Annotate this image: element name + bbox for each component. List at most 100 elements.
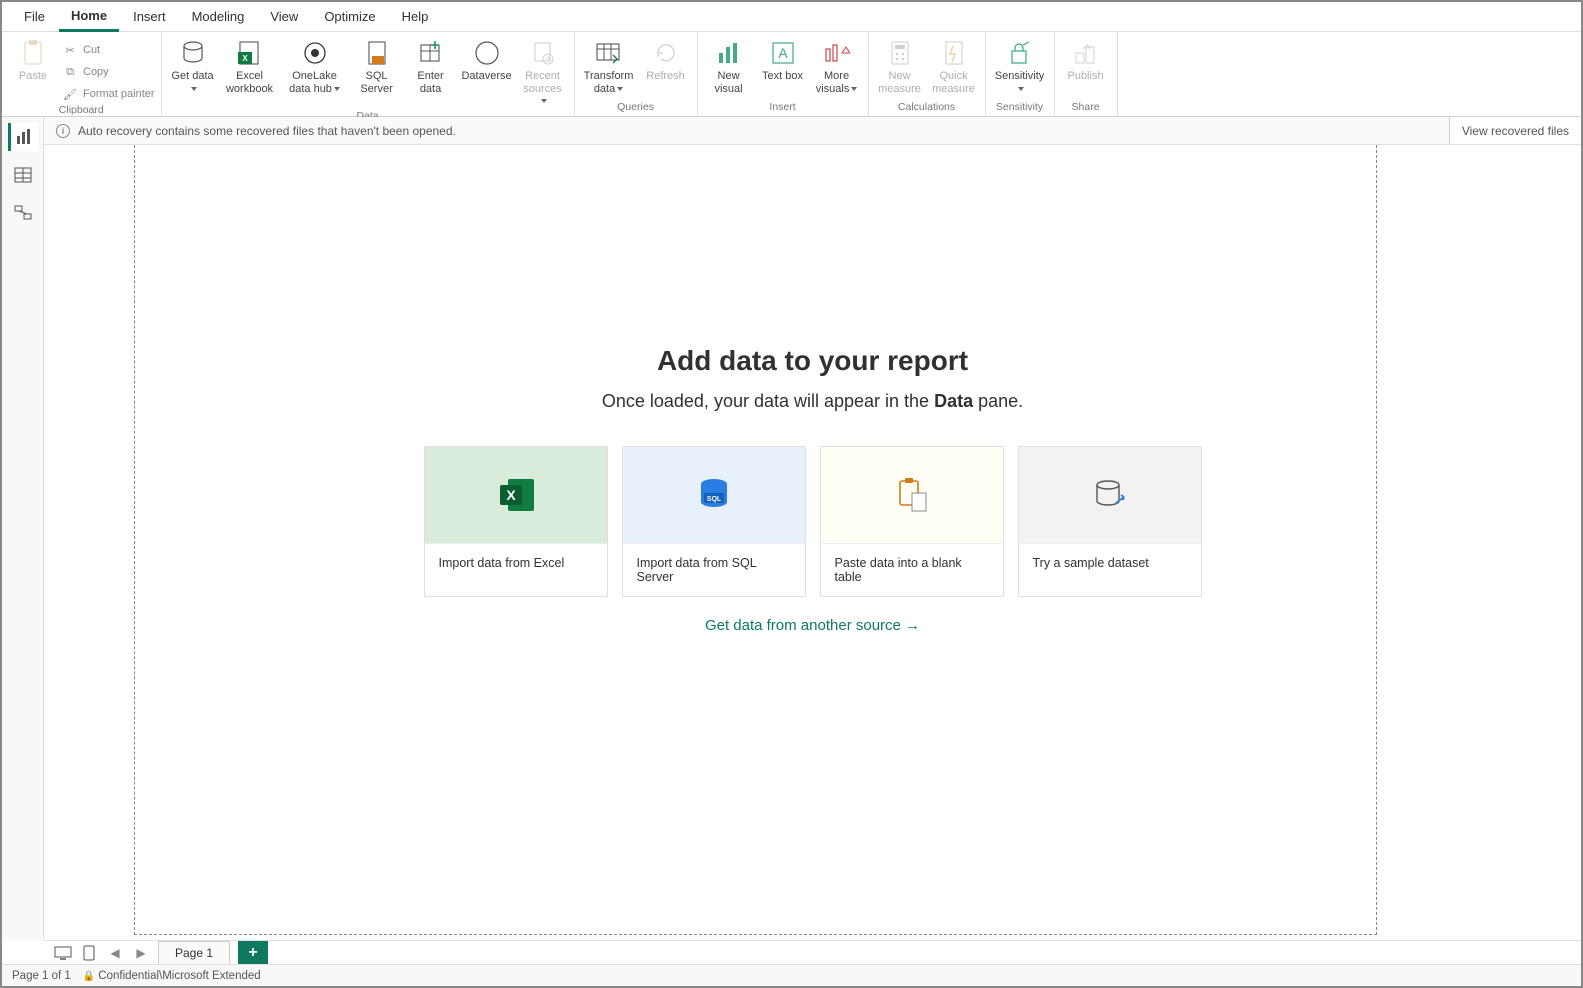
dataverse-icon	[471, 38, 503, 68]
empty-state-title: Add data to your report	[413, 345, 1213, 377]
tab-optimize[interactable]: Optimize	[312, 3, 387, 30]
ribbon-group-calculations: New measure Quick measure Calculations	[869, 32, 986, 116]
card-sql-label: Import data from SQL Server	[623, 543, 805, 596]
tab-help[interactable]: Help	[390, 3, 441, 30]
dataverse-label: Dataverse	[461, 70, 511, 83]
refresh-icon	[650, 38, 682, 68]
quick-measure-label: Quick measure	[931, 70, 977, 95]
excel-workbook-button[interactable]: X Excel workbook	[222, 36, 278, 97]
text-box-button[interactable]: A Text box	[758, 36, 808, 85]
card-sample-label: Try a sample dataset	[1019, 543, 1201, 582]
ribbon-group-queries: Transform data Refresh Queries	[575, 32, 698, 116]
tab-view[interactable]: View	[258, 3, 310, 30]
tab-modeling[interactable]: Modeling	[180, 3, 257, 30]
sql-icon	[361, 38, 393, 68]
get-data-another-source-link[interactable]: Get data from another source →	[413, 617, 1213, 634]
prev-page-button[interactable]: ◀	[106, 944, 124, 962]
sql-card-icon: SQL	[623, 447, 805, 543]
nav-table-view[interactable]	[8, 161, 38, 189]
empty-state-subtitle: Once loaded, your data will appear in th…	[413, 391, 1213, 412]
onelake-hub-button[interactable]: OneLake data hub	[282, 36, 348, 97]
card-paste-label: Paste data into a blank table	[821, 543, 1003, 596]
svg-text:X: X	[506, 487, 516, 503]
sql-server-label: SQL Server	[354, 70, 400, 95]
sensitivity-group-label: Sensitivity	[996, 101, 1043, 114]
card-import-excel[interactable]: X Import data from Excel	[424, 446, 608, 597]
transform-data-label: Transform data	[583, 70, 635, 95]
publish-button[interactable]: Publish	[1061, 36, 1111, 85]
get-data-label: Get data	[170, 70, 216, 95]
database-icon	[177, 38, 209, 68]
share-group-label: Share	[1072, 101, 1100, 114]
card-paste-data[interactable]: Paste data into a blank table	[820, 446, 1004, 597]
sql-server-button[interactable]: SQL Server	[352, 36, 402, 97]
paste-card-icon	[821, 447, 1003, 543]
new-visual-button[interactable]: New visual	[704, 36, 754, 97]
status-page-count: Page 1 of 1	[12, 970, 71, 982]
sensitivity-icon	[1004, 38, 1036, 68]
view-recovered-button[interactable]: View recovered files	[1449, 117, 1581, 144]
report-canvas-area: Add data to your report Once loaded, you…	[44, 145, 1581, 940]
quick-measure-button[interactable]: Quick measure	[929, 36, 979, 97]
clipboard-group-label: Clipboard	[59, 104, 104, 117]
more-visuals-button[interactable]: More visuals	[812, 36, 862, 97]
onelake-label: OneLake data hub	[284, 70, 346, 95]
paste-label: Paste	[19, 70, 47, 83]
nav-report-view[interactable]	[8, 123, 38, 151]
transform-data-button[interactable]: Transform data	[581, 36, 637, 97]
publish-label: Publish	[1067, 70, 1103, 83]
cut-label: Cut	[83, 44, 100, 56]
next-page-button[interactable]: ▶	[132, 944, 150, 962]
copy-label: Copy	[83, 66, 109, 78]
paste-icon	[17, 38, 49, 68]
format-painter-icon: 🖌	[62, 86, 78, 102]
report-view-icon	[15, 128, 33, 146]
info-icon: i	[56, 124, 70, 138]
tab-file[interactable]: File	[12, 3, 57, 30]
left-nav	[2, 117, 44, 940]
dataverse-button[interactable]: Dataverse	[460, 36, 514, 85]
table-view-icon	[14, 166, 32, 184]
ribbon-group-insert: New visual A Text box More visuals Inser…	[698, 32, 869, 116]
new-measure-label: New measure	[877, 70, 923, 95]
onelake-icon	[299, 38, 331, 68]
text-box-label: Text box	[762, 70, 803, 83]
paste-button[interactable]: Paste	[8, 36, 58, 85]
queries-group-label: Queries	[617, 101, 654, 114]
textbox-icon: A	[767, 38, 799, 68]
publish-icon	[1070, 38, 1102, 68]
empty-state: Add data to your report Once loaded, you…	[413, 345, 1213, 634]
sensitivity-label: Sensitivity	[995, 70, 1045, 95]
copy-icon: ⧉	[62, 64, 78, 80]
nav-model-view[interactable]	[8, 199, 38, 227]
card-import-sql[interactable]: SQL Import data from SQL Server	[622, 446, 806, 597]
svg-text:SQL: SQL	[706, 496, 721, 503]
sensitivity-button[interactable]: Sensitivity	[992, 36, 1048, 97]
ribbon-tabs: File Home Insert Modeling View Optimize …	[2, 2, 1581, 32]
mobile-layout-icon[interactable]	[80, 944, 98, 962]
card-sample-dataset[interactable]: Try a sample dataset	[1018, 446, 1202, 597]
status-classification: Confidential\Microsoft Extended	[83, 970, 261, 982]
recent-icon	[527, 38, 559, 68]
ribbon-group-data: Get data X Excel workbook OneLake data h…	[162, 32, 575, 116]
get-data-button[interactable]: Get data	[168, 36, 218, 97]
ribbon-group-share: Publish Share	[1055, 32, 1118, 116]
add-page-button[interactable]: +	[238, 941, 268, 965]
recent-sources-button[interactable]: Recent sources	[518, 36, 568, 110]
tab-insert[interactable]: Insert	[121, 3, 178, 30]
more-visuals-label: More visuals	[814, 70, 860, 95]
calculations-group-label: Calculations	[898, 101, 955, 114]
new-measure-button[interactable]: New measure	[875, 36, 925, 97]
cut-button[interactable]: ✂ Cut	[62, 40, 100, 60]
refresh-button[interactable]: Refresh	[641, 36, 691, 85]
cut-icon: ✂	[62, 42, 78, 58]
format-painter-button[interactable]: 🖌 Format painter	[62, 84, 155, 104]
tab-home[interactable]: Home	[59, 2, 119, 32]
page-tab-1[interactable]: Page 1	[158, 941, 230, 964]
desktop-layout-icon[interactable]	[54, 944, 72, 962]
sample-card-icon	[1019, 447, 1201, 543]
copy-button[interactable]: ⧉ Copy	[62, 62, 109, 82]
enter-data-label: Enter data	[408, 70, 454, 95]
enter-data-button[interactable]: Enter data	[406, 36, 456, 97]
enter-data-icon	[415, 38, 447, 68]
